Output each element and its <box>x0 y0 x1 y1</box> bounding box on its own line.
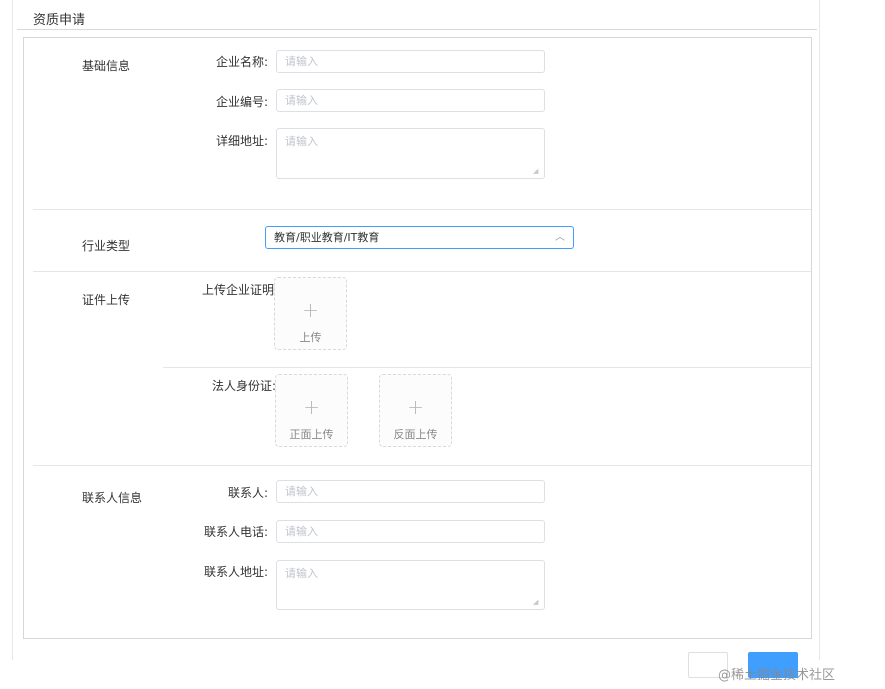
plus-icon: + <box>303 395 320 419</box>
company-proof-label: 上传企业证明: <box>201 283 278 297</box>
section-divider <box>33 271 811 272</box>
watermark: @稀土掘金技术社区 <box>718 668 836 683</box>
page-title: 资质申请 <box>33 13 86 28</box>
legal-id-label: 法人身份证: <box>211 379 276 393</box>
section-label-certificate: 证件上传 <box>82 293 131 307</box>
industry-select-value: 教育/职业教育/IT教育 <box>274 231 380 244</box>
section-label-basic: 基础信息 <box>82 59 131 73</box>
subsection-divider <box>163 367 811 368</box>
legal-id-front-upload[interactable]: + 正面上传 <box>275 374 348 447</box>
plus-icon: + <box>407 395 424 419</box>
front-upload-text: 正面上传 <box>289 428 334 441</box>
plus-icon: + <box>302 298 319 322</box>
company-name-label: 企业名称: <box>215 55 268 69</box>
chevron-up-icon[interactable]: ︿ <box>555 227 565 248</box>
address-textarea[interactable] <box>276 128 545 179</box>
section-label-contact: 联系人信息 <box>82 491 143 505</box>
resize-grip-icon[interactable]: ◢ <box>533 168 539 175</box>
section-divider <box>33 209 811 210</box>
contact-address-label: 联系人地址: <box>203 565 268 579</box>
section-divider <box>33 465 811 466</box>
section-label-industry: 行业类型 <box>82 239 131 253</box>
contact-address-textarea[interactable] <box>276 560 545 610</box>
contact-person-label: 联系人: <box>227 486 268 500</box>
legal-id-back-upload[interactable]: + 反面上传 <box>379 374 452 447</box>
company-code-input[interactable] <box>276 89 545 112</box>
contact-person-input[interactable] <box>276 480 545 503</box>
contact-phone-label: 联系人电话: <box>203 525 268 539</box>
title-divider <box>17 29 817 30</box>
qualification-page: 资质申请 基础信息 企业名称: 企业编号: 详细地址: ◢ 行业类型 教育/职业… <box>0 0 885 689</box>
upload-text: 上传 <box>299 331 322 344</box>
contact-phone-input[interactable] <box>276 520 545 543</box>
company-proof-upload[interactable]: + 上传 <box>274 277 347 350</box>
back-upload-text: 反面上传 <box>393 428 438 441</box>
resize-grip-icon[interactable]: ◢ <box>533 599 539 606</box>
address-label: 详细地址: <box>215 134 268 148</box>
company-name-input[interactable] <box>276 50 545 73</box>
company-code-label: 企业编号: <box>215 95 268 109</box>
industry-select[interactable]: 教育/职业教育/IT教育 ︿ <box>265 226 574 249</box>
